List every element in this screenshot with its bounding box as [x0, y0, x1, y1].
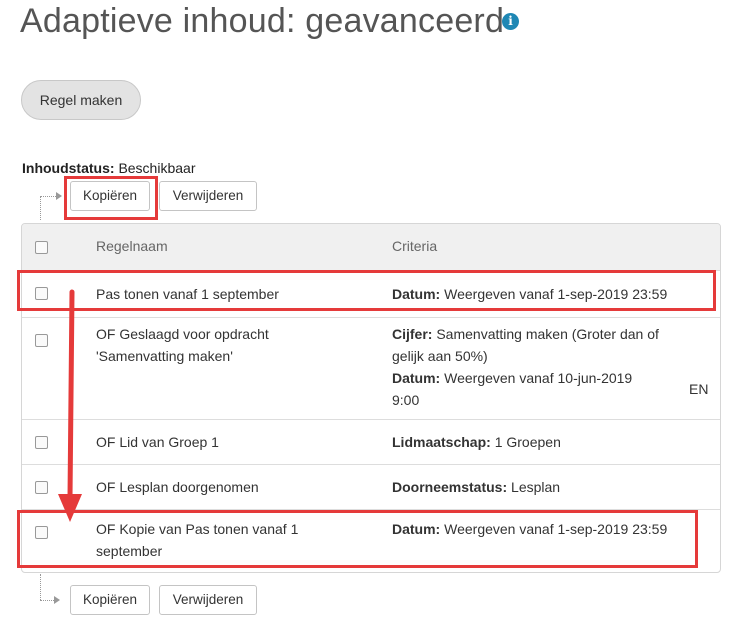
create-rule-button[interactable]: Regel maken — [21, 80, 141, 120]
connector-arrow-icon — [56, 192, 62, 200]
column-header-criteria: Criteria — [392, 238, 438, 254]
copied-row-highlight-box — [17, 510, 698, 568]
page-title: Adaptieve inhoud: geavanceerd — [20, 2, 505, 40]
connector-arrow-icon — [54, 596, 60, 604]
criteria-label: Datum: — [392, 370, 441, 386]
rule-name[interactable]: OF Lid van Groep 1 — [96, 431, 219, 453]
toolbar-connector-bottom — [40, 574, 42, 600]
criteria-label: Cijfer: — [392, 326, 433, 342]
delete-button-top[interactable]: Verwijderen — [159, 181, 257, 211]
criteria-value: Lesplan — [507, 479, 561, 495]
table-row: OF Lid van Groep 1 Lidmaatschap: 1 Groep… — [22, 420, 720, 464]
select-all-checkbox[interactable] — [35, 241, 48, 254]
copy-button-bottom[interactable]: Kopiëren — [70, 585, 150, 615]
criteria-value: Weergeven vanaf 10-jun-2019 — [440, 370, 633, 386]
rule-criteria: Doorneemstatus: Lesplan — [392, 476, 560, 498]
criteria-value: gelijk aan 50%) — [392, 348, 488, 364]
row-checkbox[interactable] — [35, 481, 48, 494]
row-checkbox[interactable] — [35, 436, 48, 449]
criteria-value: 1 Groepen — [490, 434, 561, 450]
rule-name[interactable]: OF Geslaagd voor opdracht 'Samenvatting … — [96, 323, 269, 367]
criteria-value: Samenvatting maken (Groter dan of — [432, 326, 659, 342]
criteria-value: 9:00 — [392, 392, 420, 408]
rule-name-line: OF Geslaagd voor opdracht — [96, 326, 269, 342]
rule-criteria: Lidmaatschap: 1 Groepen — [392, 431, 561, 453]
rule-criteria: Cijfer: Samenvatting maken (Groter dan o… — [392, 323, 659, 411]
content-status: Inhoudstatus: Beschikbaar — [22, 160, 195, 176]
source-row-highlight-box — [17, 270, 716, 311]
table-row: OF Lesplan doorgenomen Doorneemstatus: L… — [22, 465, 720, 509]
copy-button-top[interactable]: Kopiëren — [70, 181, 150, 211]
table-row: OF Geslaagd voor opdracht 'Samenvatting … — [22, 318, 720, 419]
content-status-label: Inhoudstatus: — [22, 160, 115, 176]
criteria-label: Lidmaatschap: — [392, 434, 491, 450]
info-icon[interactable]: i — [502, 13, 519, 30]
logic-operator: EN — [689, 381, 709, 397]
table-header: Regelnaam Criteria — [22, 224, 720, 271]
criteria-label: Doorneemstatus: — [392, 479, 508, 495]
rule-name[interactable]: OF Lesplan doorgenomen — [96, 476, 259, 498]
delete-button-bottom[interactable]: Verwijderen — [159, 585, 257, 615]
column-header-name[interactable]: Regelnaam — [96, 238, 168, 254]
copy-arrow-icon — [58, 289, 82, 522]
row-checkbox[interactable] — [35, 334, 48, 347]
content-status-value: Beschikbaar — [118, 160, 196, 176]
rule-name-line: 'Samenvatting maken' — [96, 348, 233, 364]
